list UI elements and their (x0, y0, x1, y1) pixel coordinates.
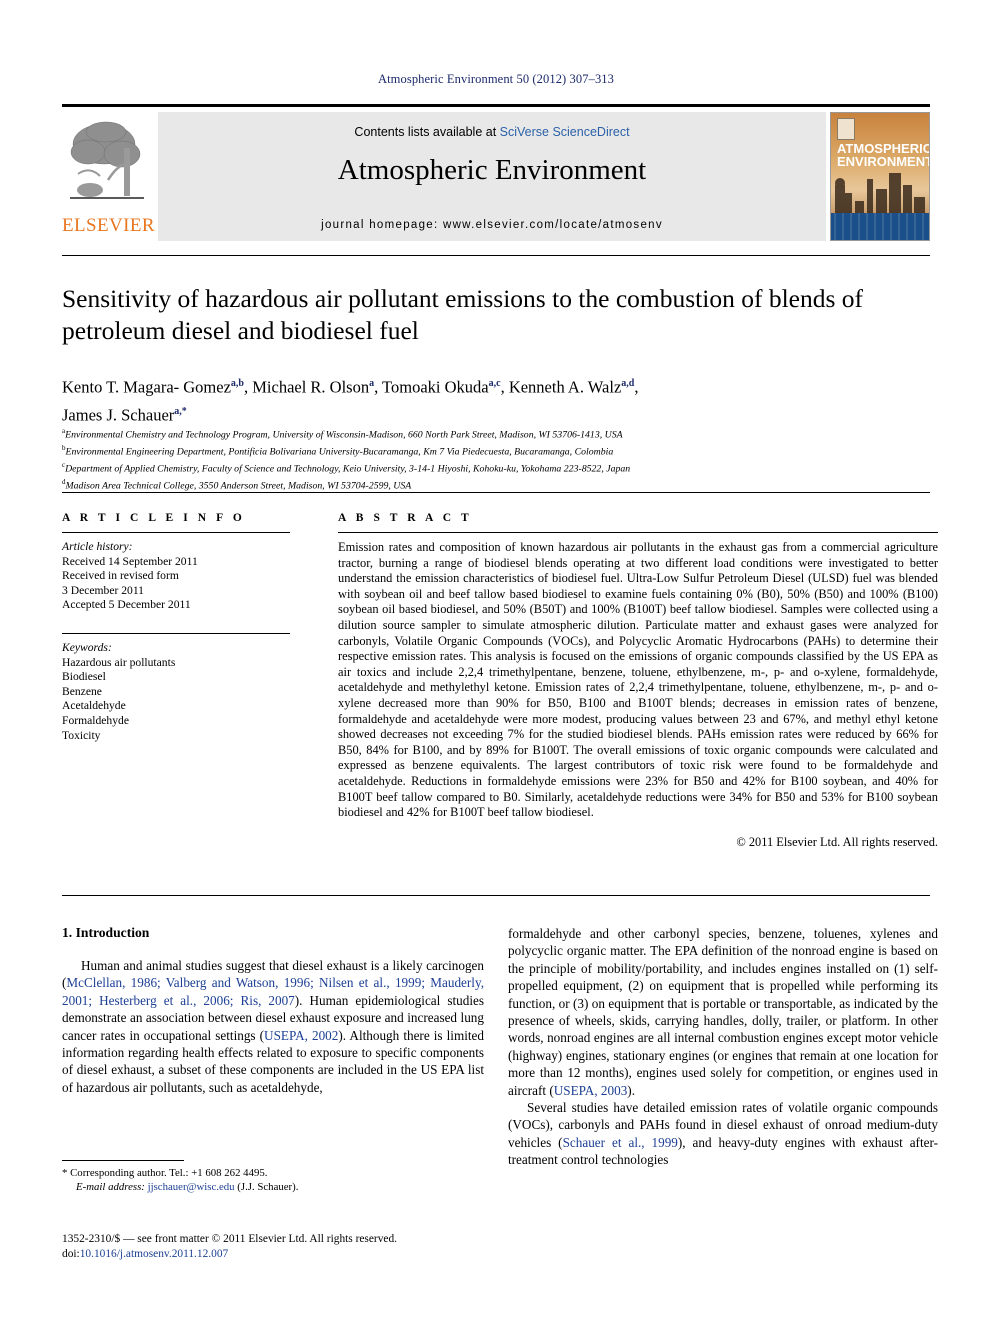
keyword-item: Benzene (62, 684, 102, 698)
footnote-divider (62, 1160, 184, 1161)
journal-article-page: Atmospheric Environment 50 (2012) 307–31… (0, 0, 992, 1323)
author-list: Kento T. Magara- Gomeza,b, Michael R. Ol… (62, 372, 938, 427)
doi-link[interactable]: 10.1016/j.atmosenv.2011.12.007 (80, 1248, 229, 1260)
keywords-label: Keywords: (62, 640, 112, 654)
author-affil-mark-1[interactable]: a,b (231, 378, 244, 389)
author-affil-mark-4[interactable]: a,d (621, 378, 634, 389)
keyword-item: Hazardous air pollutants (62, 655, 176, 669)
footnote-body: * Corresponding author. Tel.: +1 608 262… (62, 1166, 484, 1194)
affiliation-text: Madison Area Technical College, 3550 And… (65, 479, 412, 491)
section-heading-introduction: 1. Introduction (62, 925, 150, 940)
keyword-item: Biodiesel (62, 670, 106, 684)
author-name-1: Kento T. Magara- Gomez (62, 377, 231, 397)
affiliation-item: aEnvironmental Chemistry and Technology … (62, 425, 938, 442)
abstract-heading: A B S T R A C T (338, 512, 473, 524)
elsevier-logo: ELSEVIER (62, 112, 155, 241)
history-item: Received in revised form (62, 569, 179, 583)
page-title: Sensitivity of hazardous air pollutant e… (62, 284, 864, 345)
keyword-item: Toxicity (62, 728, 101, 742)
contents-available-line: Contents lists available at SciVerse Sci… (158, 125, 826, 139)
intro-paragraph-right-b: Several studies have detailed emission r… (508, 1099, 938, 1169)
journal-cover-thumbnail: ATMOSPHERIC ENVIRONMENT (830, 112, 930, 241)
history-item: Received 14 September 2011 (62, 554, 198, 568)
corresponding-author-footnote: * Corresponding author. Tel.: +1 608 262… (62, 1160, 484, 1194)
intro-paragraph-right-a: formaldehyde and other carbonyl species,… (508, 925, 938, 1099)
email-link[interactable]: jjschauer@wisc.edu (148, 1181, 235, 1193)
author-affil-mark-3[interactable]: a,c (489, 378, 501, 389)
abstract-copyright: © 2011 Elsevier Ltd. All rights reserved… (736, 834, 938, 849)
body-column-right: formaldehyde and other carbonyl species,… (508, 925, 938, 1169)
article-history-block: Article history: Received 14 September 2… (62, 540, 290, 613)
sciencedirect-link[interactable]: SciVerse ScienceDirect (500, 125, 630, 139)
svg-text:ENVIRONMENT: ENVIRONMENT (837, 154, 929, 169)
history-item: 3 December 2011 (62, 583, 144, 597)
citation-link[interactable]: Schauer et al., 1999 (563, 1135, 678, 1150)
elsevier-tree-icon (68, 118, 148, 208)
affiliation-text: Environmental Engineering Department, Po… (65, 446, 614, 458)
affiliation-item: bEnvironmental Engineering Department, P… (62, 442, 938, 459)
intro-paragraph-left: Human and animal studies suggest that di… (62, 957, 484, 1096)
author-name-3: , Tomoaki Okuda (374, 377, 489, 397)
author-affil-mark-5[interactable]: a,* (174, 406, 187, 417)
keyword-item: Formaldehyde (62, 713, 129, 727)
imprint-block: 1352-2310/$ — see front matter © 2011 El… (62, 1232, 492, 1261)
article-info-rule (62, 532, 290, 533)
history-item: Accepted 5 December 2011 (62, 598, 191, 612)
journal-masthead: ELSEVIER Contents lists available at Sci… (62, 104, 930, 241)
abstract-text: Emission rates and composition of known … (338, 540, 938, 820)
article-info-heading: A R T I C L E I N F O (62, 512, 246, 524)
affiliation-item: cDepartment of Applied Chemistry, Facult… (62, 459, 938, 476)
body-column-left: 1. Introduction Human and animal studies… (62, 925, 484, 1096)
journal-title: Atmospheric Environment (337, 154, 647, 186)
article-history-label: Article history: (62, 540, 133, 553)
affiliation-item: dMadison Area Technical College, 3550 An… (62, 476, 938, 493)
email-label: E-mail address: (76, 1181, 145, 1193)
article-info-section: A R T I C L E I N F O Article history: R… (62, 512, 290, 743)
contents-prefix: Contents lists available at (354, 125, 500, 139)
doi-line: doi:10.1016/j.atmosenv.2011.12.007 (62, 1247, 492, 1262)
author-separator: , (634, 377, 639, 397)
intro-right-text-pre: formaldehyde and other carbonyl species,… (508, 926, 938, 1098)
abstract-rule (338, 532, 938, 533)
issn-front-matter: 1352-2310/$ — see front matter © 2011 El… (62, 1233, 398, 1245)
keyword-item: Acetaldehyde (62, 699, 126, 713)
author-name-2: , Michael R. Olson (243, 377, 370, 397)
affiliation-list: aEnvironmental Chemistry and Technology … (62, 425, 938, 492)
keywords-block: Keywords: Hazardous air pollutants Biodi… (62, 641, 290, 743)
citation-link[interactable]: USEPA, 2002 (264, 1028, 338, 1043)
abstract-section: A B S T R A C T Emission rates and compo… (338, 512, 938, 850)
running-head: Atmospheric Environment 50 (2012) 307–31… (377, 72, 614, 86)
email-owner: (J.J. Schauer). (237, 1181, 299, 1193)
abstract-band-top-divider (62, 492, 930, 493)
doi-label: doi: (62, 1247, 80, 1260)
author-name-4: , Kenneth A. Walz (500, 377, 622, 397)
intro-right-text-post: ). (627, 1082, 635, 1098)
journal-band: Contents lists available at SciVerse Sci… (158, 112, 826, 241)
affiliation-text: Department of Applied Chemistry, Faculty… (65, 462, 631, 474)
author-name-5: James J. Schauer (62, 405, 175, 424)
elsevier-wordmark: ELSEVIER (62, 215, 155, 236)
title-divider (62, 255, 930, 256)
journal-homepage-link[interactable]: journal homepage: www.elsevier.com/locat… (158, 219, 826, 231)
abstract-band-bottom-divider (62, 895, 930, 896)
keywords-rule (62, 632, 290, 634)
affiliation-text: Environmental Chemistry and Technology P… (65, 429, 623, 441)
citation-link[interactable]: USEPA, 2003 (554, 1083, 628, 1098)
corresponding-author-line: * Corresponding author. Tel.: +1 608 262… (62, 1167, 268, 1179)
